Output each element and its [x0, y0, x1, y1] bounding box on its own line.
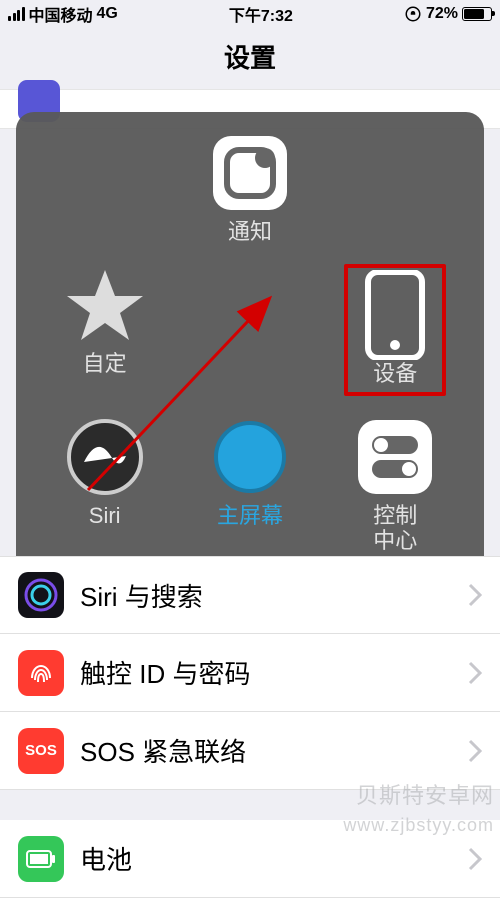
carrier: 中国移动	[29, 2, 93, 26]
chevron-right-icon	[468, 847, 482, 871]
status-time: 下午7:32	[229, 2, 293, 26]
chevron-right-icon	[468, 583, 482, 607]
chevron-right-icon	[468, 661, 482, 685]
page-title: 设置	[0, 28, 500, 89]
star-icon	[64, 264, 146, 346]
assistive-touch-menu: 通知 自定 设备 Siri 主屏幕 控制 中心	[16, 112, 484, 579]
device-icon	[354, 274, 436, 356]
menu-custom[interactable]: 自定	[64, 264, 146, 396]
status-left: 中国移动 4G	[8, 2, 118, 26]
menu-home-label: 主屏幕	[217, 504, 283, 528]
siri-app-icon	[18, 572, 64, 618]
menu-device-label: 设备	[373, 362, 417, 386]
row-siri-search[interactable]: Siri 与搜索	[0, 556, 500, 634]
row-sos-label: SOS 紧急联络	[80, 732, 468, 769]
row-battery-label: 电池	[80, 840, 468, 877]
menu-siri[interactable]: Siri	[64, 416, 146, 552]
menu-notification[interactable]: 通知	[209, 132, 291, 244]
menu-device[interactable]: 设备	[344, 264, 446, 396]
settings-list: Siri 与搜索 触控 ID 与密码 SOS SOS 紧急联络 电池	[0, 556, 500, 898]
home-icon	[209, 416, 291, 498]
status-bar: 中国移动 4G 下午7:32 72%	[0, 0, 500, 28]
row-touchid-label: 触控 ID 与密码	[80, 654, 468, 691]
watermark-text: 贝斯特安卓网	[356, 778, 494, 810]
menu-custom-label: 自定	[83, 352, 127, 376]
menu-home[interactable]: 主屏幕	[209, 416, 291, 552]
menu-control-center-label: 控制 中心	[373, 504, 417, 552]
menu-siri-label: Siri	[89, 504, 121, 528]
lock-rotation-icon	[404, 5, 422, 23]
signal-icon	[8, 7, 25, 21]
sos-icon: SOS	[18, 728, 64, 774]
menu-control-center[interactable]: 控制 中心	[354, 416, 436, 552]
network: 4G	[97, 5, 118, 23]
siri-icon	[64, 416, 146, 498]
watermark-url: www.zjbstyy.com	[343, 815, 494, 836]
notification-icon	[209, 132, 291, 214]
chevron-right-icon	[468, 739, 482, 763]
menu-notification-label: 通知	[228, 220, 272, 244]
status-right: 72%	[404, 5, 492, 23]
control-center-icon	[354, 416, 436, 498]
row-touchid[interactable]: 触控 ID 与密码	[0, 634, 500, 712]
battery-pct: 72%	[426, 5, 458, 23]
row-siri-search-label: Siri 与搜索	[80, 577, 468, 614]
battery-app-icon	[18, 836, 64, 882]
touchid-icon	[18, 650, 64, 696]
battery-icon	[462, 7, 492, 21]
